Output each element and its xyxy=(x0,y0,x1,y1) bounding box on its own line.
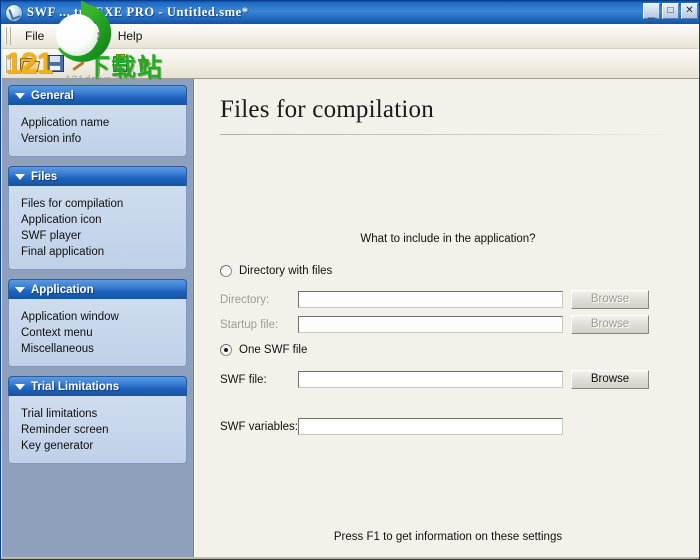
title-bar: SWF ... tro EXE PRO - Untitled.sme* _ □ … xyxy=(1,1,700,24)
sidebar-panel-general-header[interactable]: General xyxy=(8,85,187,105)
radio-directory-with-files[interactable]: Directory with files xyxy=(220,265,332,277)
maximize-button[interactable]: □ xyxy=(662,3,679,19)
radio-directory-with-files-label: Directory with files xyxy=(239,265,332,277)
window-controls: _ □ ✕ xyxy=(643,3,698,19)
wizard-button[interactable] xyxy=(69,52,93,76)
radio-directory-with-files-indicator[interactable] xyxy=(220,265,232,277)
sidebar-item-application-window[interactable]: Application window xyxy=(21,309,186,325)
sidebar-panel-trial-limitations-header[interactable]: Trial Limitations xyxy=(8,376,187,396)
maximize-icon: □ xyxy=(663,4,678,18)
application-window: SWF ... tro EXE PRO - Untitled.sme* _ □ … xyxy=(0,0,700,560)
menu-item-file[interactable]: File xyxy=(16,26,53,46)
title-divider xyxy=(220,134,675,135)
minimize-button[interactable]: _ xyxy=(643,3,660,19)
sidebar-item-final-application[interactable]: Final application xyxy=(21,244,186,260)
save-disk-icon xyxy=(46,55,64,72)
tool-bar xyxy=(2,49,700,79)
sidebar-panel-general-title: General xyxy=(31,90,74,102)
sidebar-panel-files-header[interactable]: Files xyxy=(8,166,187,186)
sidebar-item-swf-player[interactable]: SWF player xyxy=(21,228,186,244)
page-title: Files for compilation xyxy=(220,96,434,124)
green-play-icon xyxy=(141,57,152,71)
magic-wand-icon xyxy=(73,56,89,71)
swf-file-input[interactable] xyxy=(298,371,563,388)
close-icon: ✕ xyxy=(682,4,697,18)
radio-one-swf-file[interactable]: One SWF file xyxy=(220,344,307,356)
sidebar-panel-application-body: Application window Context menu Miscella… xyxy=(8,299,187,367)
directory-browse-button[interactable]: Browse xyxy=(571,290,649,309)
build-run-button[interactable] xyxy=(134,52,158,76)
sidebar-panel-application: Application Application window Context m… xyxy=(8,279,187,367)
menu-item-help[interactable]: Help xyxy=(109,26,152,46)
startup-file-input[interactable] xyxy=(298,316,563,333)
sidebar-item-trial-limitations[interactable]: Trial limitations xyxy=(21,406,186,422)
chevron-down-icon xyxy=(15,287,25,293)
sidebar-item-reminder-screen[interactable]: Reminder screen xyxy=(21,422,186,438)
sidebar-item-files-for-compilation[interactable]: Files for compilation xyxy=(21,196,186,212)
window-title: SWF ... tro EXE PRO - Untitled.sme* xyxy=(27,5,249,20)
sidebar-panel-files-title: Files xyxy=(31,171,57,183)
sidebar-panel-files: Files Files for compilation Application … xyxy=(8,166,187,270)
field-startup-file-row: Startup file: Browse xyxy=(220,315,649,334)
menu-bar: File Project Help xyxy=(2,24,700,49)
sidebar-panel-general-body: Application name Version info xyxy=(8,105,187,157)
radio-one-swf-file-label: One SWF file xyxy=(239,344,307,356)
sidebar-panel-application-header[interactable]: Application xyxy=(8,279,187,299)
sidebar-item-context-menu[interactable]: Context menu xyxy=(21,325,186,341)
sidebar-item-application-name[interactable]: Application name xyxy=(21,115,186,131)
sidebar-panel-trial-limitations-title: Trial Limitations xyxy=(31,381,119,393)
minimize-icon: _ xyxy=(644,6,659,18)
clipboard-list-icon xyxy=(113,56,127,72)
sidebar-panel-files-body: Files for compilation Application icon S… xyxy=(8,186,187,270)
settings-list-button[interactable] xyxy=(108,52,132,76)
menu-item-project[interactable]: Project xyxy=(53,26,108,46)
main-content-panel: Files for compilation What to include in… xyxy=(194,79,700,559)
help-hint-text: Press F1 to get information on these set… xyxy=(195,531,700,543)
directory-input[interactable] xyxy=(298,291,563,308)
sidebar-item-application-icon[interactable]: Application icon xyxy=(21,212,186,228)
open-folder-icon xyxy=(20,57,38,71)
open-project-button[interactable] xyxy=(17,52,41,76)
swf-file-label: SWF file: xyxy=(220,374,298,386)
radio-one-swf-file-indicator[interactable] xyxy=(220,344,232,356)
field-directory-row: Directory: Browse xyxy=(220,290,649,309)
startup-file-label: Startup file: xyxy=(220,319,298,331)
navigation-sidebar: General Application name Version info Fi… xyxy=(2,79,194,559)
swf-file-browse-button[interactable]: Browse xyxy=(571,370,649,389)
sidebar-panel-application-title: Application xyxy=(31,284,94,296)
menu-drag-handle[interactable] xyxy=(5,27,11,45)
close-button[interactable]: ✕ xyxy=(681,3,698,19)
app-swirl-icon xyxy=(5,4,23,22)
sidebar-item-key-generator[interactable]: Key generator xyxy=(21,438,186,454)
chevron-down-icon xyxy=(15,384,25,390)
toolbar-separator xyxy=(99,54,102,74)
field-swf-file-row: SWF file: Browse xyxy=(220,370,649,389)
toolbar-drag-handle[interactable] xyxy=(5,55,11,73)
startup-file-browse-button[interactable]: Browse xyxy=(571,315,649,334)
sidebar-panel-trial-limitations: Trial Limitations Trial limitations Remi… xyxy=(8,376,187,464)
swf-variables-input[interactable] xyxy=(298,418,563,435)
sidebar-panel-trial-limitations-body: Trial limitations Reminder screen Key ge… xyxy=(8,396,187,464)
chevron-down-icon xyxy=(15,174,25,180)
save-project-button[interactable] xyxy=(43,52,67,76)
directory-label: Directory: xyxy=(220,294,298,306)
window-bottom-edge xyxy=(1,557,700,559)
chevron-down-icon xyxy=(15,93,25,99)
swf-variables-label: SWF variables: xyxy=(220,421,298,433)
include-question-label: What to include in the application? xyxy=(195,233,700,245)
field-swf-variables-row: SWF variables: xyxy=(220,418,563,435)
sidebar-item-version-info[interactable]: Version info xyxy=(21,131,186,147)
sidebar-item-miscellaneous[interactable]: Miscellaneous xyxy=(21,341,186,357)
sidebar-panel-general: General Application name Version info xyxy=(8,85,187,157)
